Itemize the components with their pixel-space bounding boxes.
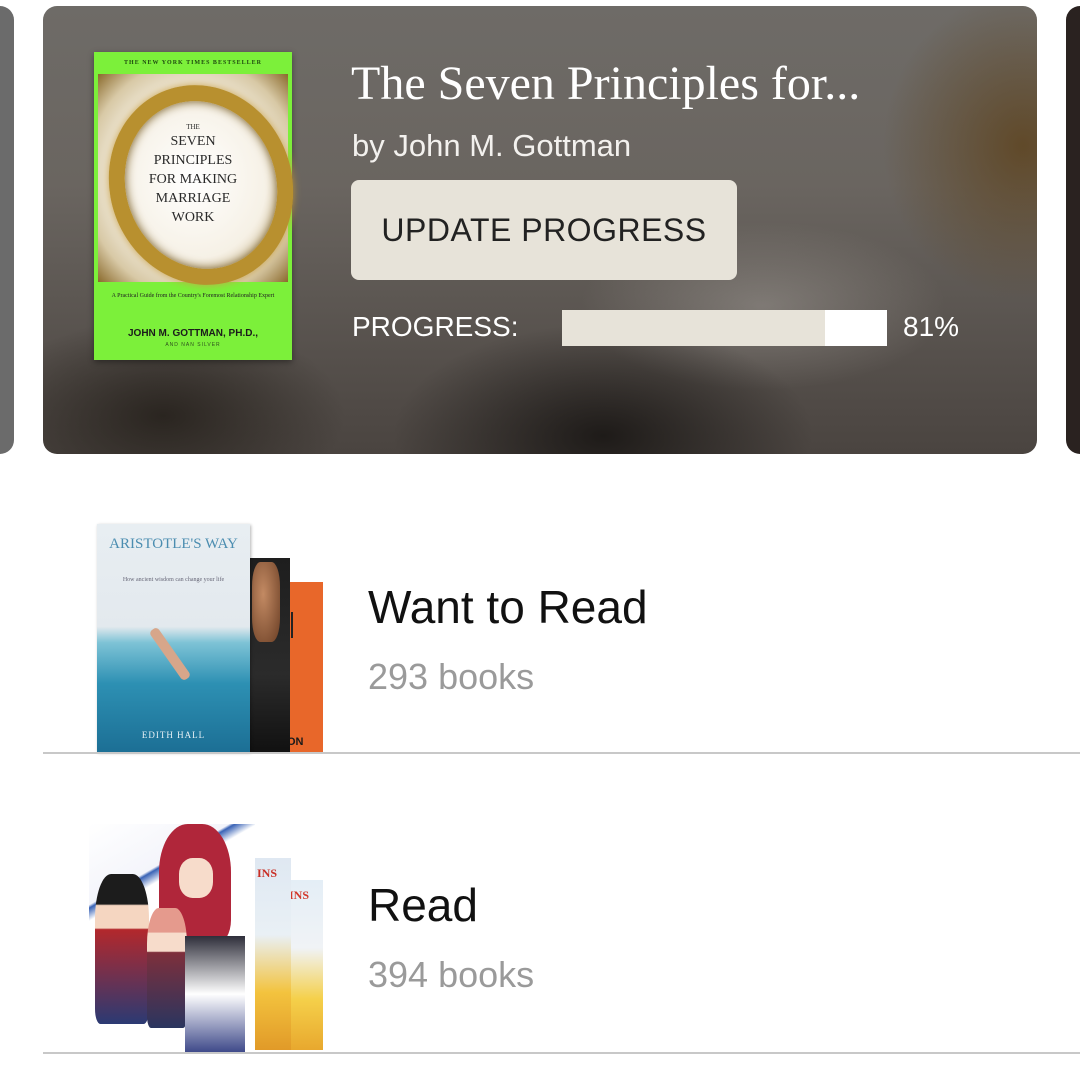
cover-artwork: [179, 858, 213, 898]
cover-author: JOHN M. GOTTMAN, PH.D.,: [128, 328, 258, 339]
cover-title-line: PRINCIPLES: [153, 153, 233, 168]
cover-artwork: [95, 874, 149, 1024]
cover-coauthor: AND NAN SILVER: [165, 342, 221, 348]
currently-reading-card[interactable]: THE NEW YORK TIMES BESTSELLER THE SEVEN …: [43, 6, 1037, 454]
cover-author: EDITH HALL: [141, 730, 206, 740]
update-progress-button[interactable]: UPDATE PROGRESS: [351, 180, 737, 280]
cover-title-line: FOR MAKING: [148, 172, 238, 187]
previous-card-peek[interactable]: [0, 6, 14, 454]
book-cover[interactable]: THE NEW YORK TIMES BESTSELLER THE SEVEN …: [80, 52, 322, 360]
book-title[interactable]: The Seven Principles for...: [351, 56, 860, 111]
shelf-cover: INS: [287, 880, 323, 1050]
shelf-read[interactable]: INS INS Read 394 books: [43, 754, 1080, 1054]
cover-title-line: THE: [186, 123, 200, 131]
progress-bar-fill: [562, 310, 826, 346]
next-card-peek[interactable]: [1066, 6, 1080, 454]
cover-title-line: SEVEN: [170, 134, 216, 149]
cover-title: ARISTOTLE'S WAY: [109, 536, 238, 552]
shelf-name: Want to Read: [368, 581, 648, 633]
shelf-count: 394 books: [368, 954, 535, 995]
shelf-name: Read: [368, 879, 478, 931]
cover-subtitle: A Practical Guide from the Country's For…: [111, 293, 275, 299]
shelf-divider: [43, 1052, 1080, 1054]
progress-label: PROGRESS:: [352, 311, 519, 342]
cover-title: THE SEVEN PRINCIPLES FOR MAKING MARRIAGE…: [128, 122, 258, 227]
shelf-cover: [89, 824, 255, 1052]
cover-artwork: [147, 908, 187, 1028]
cover-banner: THE NEW YORK TIMES BESTSELLER: [124, 60, 262, 66]
cover-title-line: MARRIAGE: [155, 191, 231, 206]
shelf-cover: [250, 558, 290, 752]
book-author[interactable]: by John M. Gottman: [352, 128, 631, 164]
progress-percent: 81%: [903, 311, 960, 342]
shelf-cover: INS: [255, 858, 291, 1050]
cover-title-line: WORK: [171, 210, 215, 225]
cover-subtitle: How ancient wisdom can change your life: [122, 577, 225, 583]
cover-title: INS: [289, 888, 310, 902]
diver-image: [148, 626, 192, 682]
progress-bar: [562, 310, 887, 346]
shelf-want-to-read[interactable]: ON ARISTOTLE'S WAY How ancient wisdom ca…: [43, 454, 1080, 754]
cover-artwork: [252, 562, 280, 642]
shelf-cover: ARISTOTLE'S WAY How ancient wisdom can c…: [97, 524, 250, 752]
cover-title: INS: [257, 866, 278, 880]
cover-artwork: [185, 936, 245, 1052]
shelf-count: 293 books: [368, 656, 535, 697]
